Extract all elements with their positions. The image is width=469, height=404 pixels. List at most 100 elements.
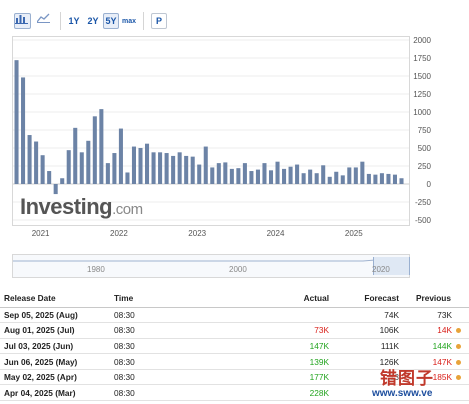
watermark-chinese-text: 错图子 bbox=[380, 369, 434, 388]
table-header-row: Release Date Time Actual Forecast Previo… bbox=[0, 290, 469, 308]
logo-text: Investing bbox=[20, 194, 113, 219]
chart-bar[interactable] bbox=[86, 140, 91, 184]
header-release-date[interactable]: Release Date bbox=[0, 290, 110, 308]
watermark-url: www.sww.ve bbox=[372, 388, 433, 399]
header-forecast[interactable]: Forecast bbox=[333, 290, 403, 308]
header-previous[interactable]: Previous bbox=[403, 290, 469, 308]
y-tick-label: 1500 bbox=[413, 72, 431, 81]
forecast-cell: 74K bbox=[333, 307, 403, 324]
chart-bar[interactable] bbox=[21, 77, 26, 184]
chart-bar[interactable] bbox=[60, 178, 65, 184]
chart-bar[interactable] bbox=[53, 184, 58, 195]
chart-bar[interactable] bbox=[216, 163, 221, 184]
navigator-label-2000: 2000 bbox=[229, 265, 247, 274]
x-tick-label: 2024 bbox=[267, 229, 285, 238]
chart-bar[interactable] bbox=[347, 167, 352, 184]
site-watermark: 错图子 www.sww.ve bbox=[372, 364, 469, 404]
y-tick-label: 2000 bbox=[413, 36, 431, 45]
chart-bar[interactable] bbox=[79, 152, 84, 184]
chart-bar[interactable] bbox=[14, 60, 19, 184]
chart-bar[interactable] bbox=[268, 170, 274, 184]
logo-suffix: .com bbox=[112, 201, 143, 218]
chart-bar[interactable] bbox=[197, 164, 202, 184]
table-row[interactable]: Aug 01, 2025 (Jul) 08:30 73K 106K 14K bbox=[0, 322, 469, 339]
x-tick-label: 2025 bbox=[345, 229, 363, 238]
y-tick-label: 1250 bbox=[413, 90, 431, 99]
chart-bar[interactable] bbox=[40, 155, 45, 184]
chart-bar[interactable] bbox=[340, 175, 345, 184]
navigator-label-2020: 2020 bbox=[372, 265, 390, 274]
chart-bar[interactable] bbox=[366, 173, 371, 184]
chart-bar[interactable] bbox=[262, 163, 267, 184]
chart-bar[interactable] bbox=[125, 172, 130, 184]
chart-bar[interactable] bbox=[47, 171, 52, 184]
header-time[interactable]: Time bbox=[110, 290, 200, 308]
chart-navigator[interactable]: 1980 2000 2020 bbox=[12, 254, 411, 278]
release-date-cell: Jul 03, 2025 (Jun) bbox=[0, 338, 110, 355]
chart-bar[interactable] bbox=[353, 167, 358, 184]
chart-bar[interactable] bbox=[145, 143, 150, 184]
time-cell: 08:30 bbox=[110, 384, 200, 402]
chart-bar[interactable] bbox=[334, 171, 339, 184]
chart-bar[interactable] bbox=[171, 155, 176, 184]
chart-bar[interactable] bbox=[360, 161, 365, 184]
chart-bar[interactable] bbox=[131, 146, 136, 184]
chart-bar[interactable] bbox=[27, 135, 32, 184]
y-tick-label: 500 bbox=[418, 144, 432, 153]
chart-bar[interactable] bbox=[66, 150, 71, 184]
chart-bar[interactable] bbox=[164, 153, 169, 184]
table-row[interactable]: Jul 03, 2025 (Jun) 08:30 147K 111K 144K bbox=[0, 338, 469, 355]
chart-bar[interactable] bbox=[314, 173, 319, 184]
chart-bar[interactable] bbox=[321, 165, 326, 184]
chart-bar[interactable] bbox=[249, 171, 254, 184]
y-tick-label: 250 bbox=[418, 162, 432, 171]
chart-bar[interactable] bbox=[327, 176, 332, 184]
chart-bar[interactable] bbox=[190, 156, 195, 184]
chart-bar[interactable] bbox=[73, 127, 78, 184]
chart-bar[interactable] bbox=[242, 163, 247, 184]
chart-bar[interactable] bbox=[379, 173, 384, 184]
chart-bar[interactable] bbox=[151, 152, 156, 184]
release-date-cell: Jun 06, 2025 (May) bbox=[0, 353, 110, 370]
chart-bar[interactable] bbox=[177, 152, 182, 184]
release-date-cell: May 02, 2025 (Apr) bbox=[0, 369, 110, 386]
previous-cell: 144K bbox=[403, 338, 469, 355]
chart-bar[interactable] bbox=[105, 163, 110, 184]
chart-bar[interactable] bbox=[99, 109, 104, 184]
chart-bar[interactable] bbox=[158, 152, 163, 184]
chart-bar[interactable] bbox=[282, 168, 287, 184]
previous-value: 14K bbox=[437, 325, 452, 336]
chart-bar[interactable] bbox=[392, 174, 397, 184]
chart-bar[interactable] bbox=[34, 141, 39, 184]
table-row[interactable]: Sep 05, 2025 (Aug) 08:30 74K 73K bbox=[0, 307, 469, 324]
chart-bar[interactable] bbox=[210, 167, 215, 184]
chart-bar[interactable] bbox=[118, 128, 123, 184]
time-cell: 08:30 bbox=[110, 307, 200, 324]
chart-bar[interactable] bbox=[112, 153, 117, 184]
investing-logo: Investing.com bbox=[20, 194, 143, 220]
previous-value: 73K bbox=[437, 309, 452, 320]
chart-bar[interactable] bbox=[295, 164, 300, 184]
x-tick-label: 2021 bbox=[32, 229, 50, 238]
chart-bar[interactable] bbox=[275, 161, 280, 184]
chart-bar[interactable] bbox=[184, 155, 189, 184]
chart-bar[interactable] bbox=[308, 169, 313, 184]
header-actual[interactable]: Actual bbox=[200, 290, 333, 308]
y-tick-label: -250 bbox=[415, 198, 432, 207]
x-tick-label: 2022 bbox=[110, 229, 128, 238]
chart-bar[interactable] bbox=[288, 166, 293, 184]
chart-bar[interactable] bbox=[301, 173, 306, 184]
chart-bar[interactable] bbox=[92, 116, 97, 184]
chart-bar[interactable] bbox=[255, 169, 260, 184]
chart-bar[interactable] bbox=[386, 173, 391, 184]
time-cell: 08:30 bbox=[110, 338, 200, 355]
previous-cell: 14K bbox=[403, 322, 469, 339]
previous-cell: 73K bbox=[403, 307, 469, 324]
chart-bar[interactable] bbox=[223, 162, 228, 184]
chart-bar[interactable] bbox=[203, 146, 208, 184]
chart-bar[interactable] bbox=[399, 178, 404, 184]
chart-bar[interactable] bbox=[138, 148, 143, 184]
chart-bar[interactable] bbox=[236, 168, 241, 184]
chart-bar[interactable] bbox=[373, 174, 378, 184]
chart-bar[interactable] bbox=[229, 168, 234, 184]
